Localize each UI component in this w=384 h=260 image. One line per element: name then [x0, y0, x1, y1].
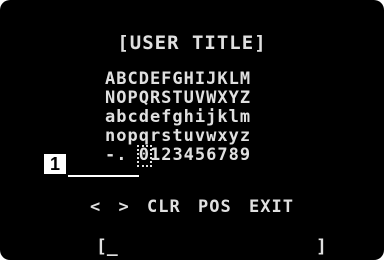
char-digits[interactable]: 0123456789 [139, 145, 251, 165]
title-input-end-bracket: ] [316, 236, 327, 257]
position-button[interactable]: POS [198, 197, 232, 217]
cursor-left-button[interactable]: < [90, 197, 101, 217]
cursor-right-button[interactable]: > [119, 197, 130, 217]
char-row-uppercase-2[interactable]: NOPQRSTUVWXYZ [105, 89, 251, 108]
character-grid: ABCDEFGHIJKLM NOPQRSTUVWXYZ abcdefghijkl… [105, 70, 251, 167]
menu-bar: < > CLR POS EXIT [0, 197, 384, 217]
char-row-symbols-digits[interactable]: -. 0123456789 [105, 145, 251, 167]
exit-button[interactable]: EXIT [249, 197, 294, 217]
title-input-field[interactable]: [_ [96, 236, 118, 257]
clear-button[interactable]: CLR [147, 197, 181, 217]
screen-title: [USER TITLE] [117, 32, 267, 54]
camera-menu-screen: [USER TITLE] ABCDEFGHIJKLM NOPQRSTUVWXYZ… [0, 0, 384, 260]
char-row-lowercase-1[interactable]: abcdefghijklm [105, 108, 251, 127]
char-row-uppercase-1[interactable]: ABCDEFGHIJKLM [105, 70, 251, 89]
callout-number-label: 1 [42, 152, 68, 176]
callout-leader-line [68, 175, 139, 177]
selection-cursor [137, 145, 152, 167]
char-symbols[interactable]: -. [105, 145, 127, 165]
char-row-lowercase-2[interactable]: nopqrstuvwxyz [105, 127, 251, 146]
